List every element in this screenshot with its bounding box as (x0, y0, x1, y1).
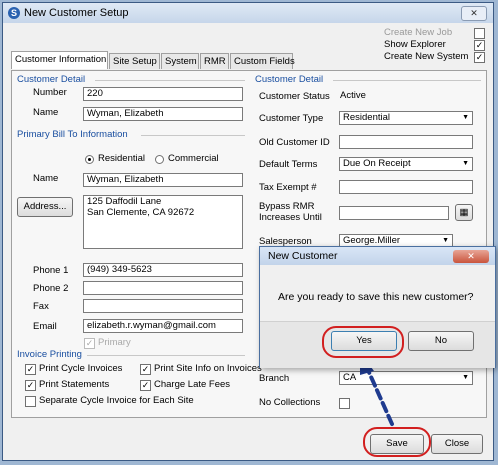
dialog-close-button[interactable]: ✕ (453, 250, 489, 263)
annotation-arrow (360, 352, 394, 426)
dialog-message: Are you ready to save this new customer? (278, 291, 474, 303)
arrow-shaft (366, 368, 394, 426)
dialog-title-bar: New Customer ✕ (260, 247, 495, 265)
yes-highlight-ring (322, 326, 404, 358)
dialog-title: New Customer (268, 250, 338, 262)
no-button[interactable]: No (408, 331, 474, 351)
